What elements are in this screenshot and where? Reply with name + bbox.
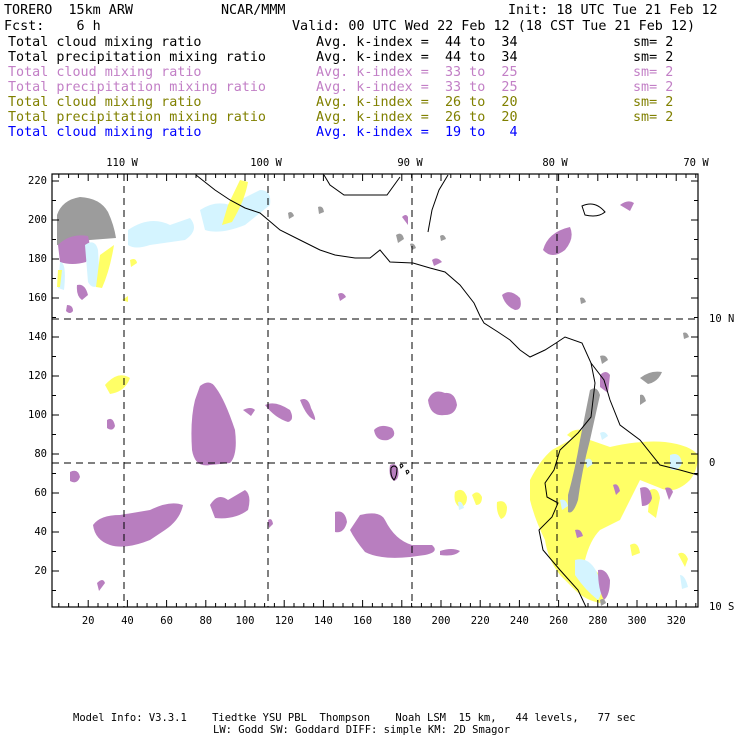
x-tick-label: 160 [353, 615, 373, 627]
y-tick-label: 180 [28, 253, 47, 265]
cloud-gray-area [288, 206, 689, 607]
y-tick-label: 220 [28, 175, 47, 187]
longitude-label: 70 W [683, 157, 709, 169]
precip-purple-area [210, 490, 250, 519]
y-tick-label: 40 [34, 526, 47, 538]
longitude-label: 80 W [542, 157, 568, 169]
legend-sm: sm= 2 [633, 65, 674, 80]
x-tick-label: 60 [160, 615, 173, 627]
x-tick-label: 140 [313, 615, 333, 627]
legend-field: Total precipitation mixing ratio [8, 50, 266, 65]
x-tick-label: 260 [549, 615, 569, 627]
x-tick-label: 80 [199, 615, 213, 627]
legend-kindex: Avg. k-index = 44 to 34 [316, 50, 518, 65]
x-tick-label: 20 [81, 615, 95, 627]
y-tick-label: 80 [34, 448, 47, 460]
model-info-line2: LW: Godd SW: Goddard DIFF: simple KM: 2D… [213, 724, 511, 736]
latitude-label: 10 N [709, 313, 735, 325]
precip-purple-area [93, 503, 183, 547]
y-tick-label: 20 [34, 565, 47, 577]
legend-sm: sm= 2 [633, 95, 674, 110]
forecast-hour: Fcst: 6 h [4, 19, 101, 34]
x-tick-label: 320 [666, 615, 686, 627]
y-tick-label: 120 [28, 370, 47, 382]
legend-field: Total cloud mixing ratio [8, 95, 202, 110]
model-info-line1: Model Info: V3.3.1 Tiedtke YSU PBL Thomp… [73, 712, 636, 724]
x-tick-label: 300 [627, 615, 647, 627]
x-tick-label: 200 [431, 615, 451, 627]
model-title: TORERO 15km ARW [4, 3, 133, 18]
legend-kindex: Avg. k-index = 33 to 25 [316, 65, 518, 80]
valid-time: Valid: 00 UTC Wed 22 Feb 12 (18 CST Tue … [292, 19, 696, 34]
legend-sm: sm= 2 [633, 110, 674, 125]
y-tick-label: 140 [28, 331, 47, 343]
y-tick-label: 60 [34, 487, 47, 499]
legend-kindex: Avg. k-index = 26 to 20 [316, 95, 518, 110]
legend-field: Total cloud mixing ratio [8, 125, 202, 140]
center-label: NCAR/MMM [221, 3, 286, 18]
shading-layer [57, 180, 698, 607]
legend-kindex: Avg. k-index = 19 to 4 [316, 125, 518, 140]
y-tick-label: 160 [28, 292, 47, 304]
x-tick-label: 240 [509, 615, 529, 627]
x-tick-label: 100 [235, 615, 255, 627]
legend-field: Total cloud mixing ratio [8, 65, 202, 80]
x-tick-label: 220 [470, 615, 490, 627]
init-time: Init: 18 UTC Tue 21 Feb 12 [508, 3, 718, 18]
latitude-label: 0 [709, 457, 716, 469]
coastline-yucatan [427, 174, 449, 233]
legend-sm: sm= 2 [633, 35, 674, 50]
legend-field: Total cloud mixing ratio [8, 35, 202, 50]
longitude-label: 110 W [106, 157, 138, 169]
longitude-label: 100 W [250, 157, 282, 169]
legend-kindex: Avg. k-index = 44 to 34 [316, 35, 518, 50]
legend-sm: sm= 2 [633, 80, 674, 95]
coastlines [195, 174, 699, 608]
legend-kindex: Avg. k-index = 26 to 20 [316, 110, 518, 125]
precip-purple-area [335, 511, 460, 558]
x-tick-label: 180 [392, 615, 412, 627]
longitude-label: 90 W [397, 157, 423, 169]
legend-field: Total precipitation mixing ratio [8, 80, 266, 95]
x-tick-label: 280 [588, 615, 608, 627]
y-tick-label: 100 [28, 409, 47, 421]
legend-sm: sm= 2 [633, 50, 674, 65]
x-tick-label: 40 [121, 615, 134, 627]
island-cuba [581, 203, 606, 217]
legend-field: Total precipitation mixing ratio [8, 110, 266, 125]
precip-purple-area [191, 382, 236, 466]
coastline-caribbean [323, 174, 401, 196]
legend-kindex: Avg. k-index = 33 to 25 [316, 80, 518, 95]
y-tick-label: 200 [28, 214, 47, 226]
latitude-label: 10 S [709, 601, 735, 613]
x-tick-label: 120 [274, 615, 294, 627]
